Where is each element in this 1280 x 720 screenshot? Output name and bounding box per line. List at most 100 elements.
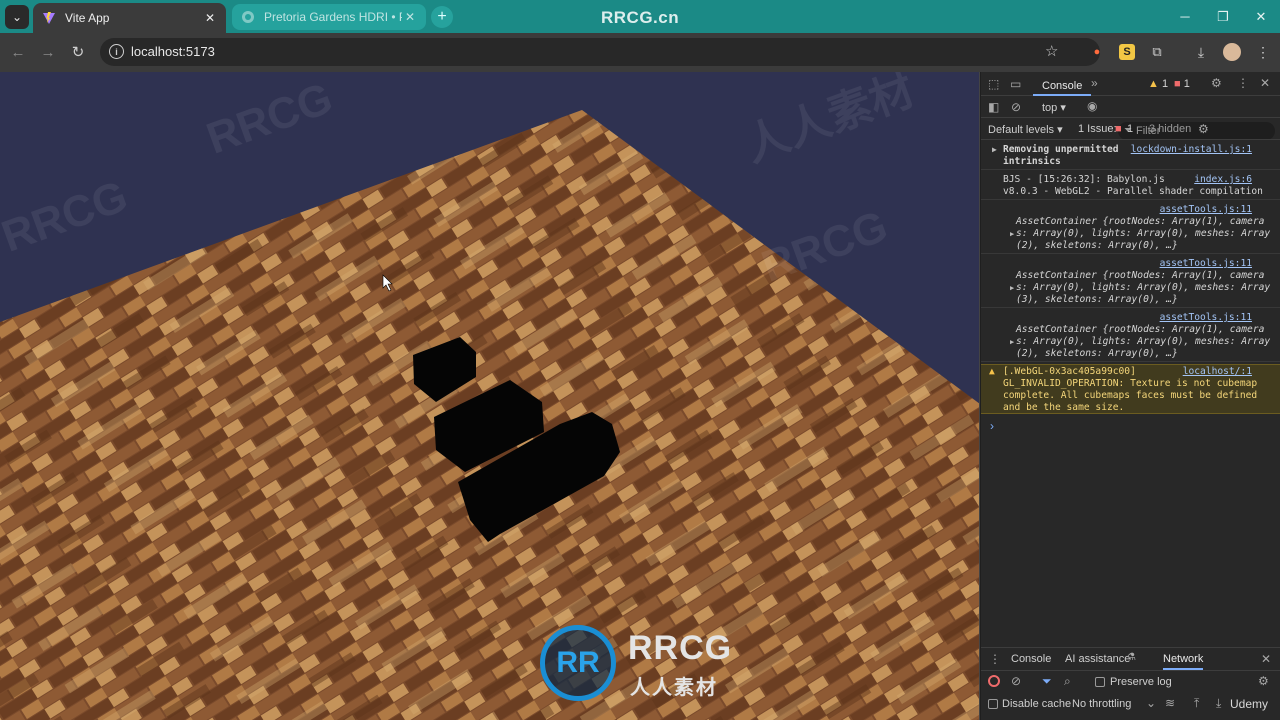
console-message[interactable]: BJS - [15:26:32]: Babylon.js v8.0.3 - We…	[981, 172, 1280, 200]
rrcg-logo-subtext: 人人素材	[630, 677, 718, 699]
disable-cache-label: Disable cache	[1002, 698, 1072, 710]
drawer-tab-bar: ⋮ Console AI assistance ⚗ Network ✕	[981, 647, 1280, 671]
browser-menu-icon[interactable]: ⋮	[1255, 44, 1271, 60]
throttling-chevron-down-icon[interactable]: ⌄	[1146, 696, 1156, 710]
console-warning[interactable]: ▲ [.WebGL-0x3ac405a99c00] GL_INVALID_OPE…	[981, 364, 1280, 414]
tab-strip: ⌄ Vite App ✕ Pretoria Gardens HDRI • Pol…	[0, 0, 1280, 33]
message-source-link[interactable]: assetTools.js:11	[1160, 258, 1252, 270]
drawer-tab-ai-assistance[interactable]: AI assistance	[1065, 653, 1130, 665]
tab-close-icon[interactable]: ✕	[402, 10, 418, 24]
filter-funnel-icon[interactable]: ⏷	[1042, 674, 1052, 689]
site-info-icon[interactable]: i	[109, 44, 124, 59]
close-devtools-icon[interactable]: ✕	[1260, 76, 1270, 90]
tab-pretoria-gardens[interactable]: Pretoria Gardens HDRI • Poly H ✕	[232, 4, 426, 30]
warning-count: 1	[1161, 78, 1169, 90]
message-line: Removing unpermitted	[1003, 144, 1119, 155]
console-message[interactable]: assetTools.js:11 AssetContainer {rootNod…	[981, 310, 1280, 362]
new-tab-button[interactable]: +	[431, 6, 453, 28]
drawer-tab-network[interactable]: Network	[1163, 653, 1204, 670]
network-toolbar-row-2: Disable cache No throttling ⌄ ≋ ⤒ ⤓ Udem…	[981, 693, 1280, 715]
log-levels-select[interactable]: Default levels ▾	[988, 123, 1063, 136]
export-har-icon[interactable]: ⤓	[1216, 696, 1221, 711]
tab-close-icon[interactable]: ✕	[202, 11, 218, 25]
udemy-watermark: Udemy	[1230, 697, 1269, 711]
throttling-select[interactable]: No throttling	[1072, 698, 1131, 710]
record-icon[interactable]	[988, 675, 1000, 687]
expand-triangle-icon[interactable]: ▶	[1010, 282, 1014, 294]
maximize-button[interactable]: ❐	[1204, 0, 1242, 33]
message-line: s: Array(0), lights: Array(0), meshes: A…	[1016, 282, 1271, 293]
back-arrow-icon[interactable]: ←	[7, 41, 29, 63]
warning-triangle-icon: ▲	[989, 366, 995, 377]
device-toolbar-icon[interactable]: ▭	[1010, 77, 1021, 91]
sidebar-toggle-icon[interactable]: ◧	[988, 100, 999, 114]
issues-count[interactable]: 1	[1127, 123, 1133, 135]
import-har-icon[interactable]: ⤒	[1194, 696, 1199, 711]
extension-s-icon[interactable]: S	[1119, 44, 1135, 60]
message-line: AssetContainer {rootNodes: Array(1), cam…	[1016, 216, 1265, 227]
clear-console-icon[interactable]: ⊘	[1011, 100, 1021, 114]
network-toolbar-row-1: ⊘ ⏷ ⌕ Preserve log ⚙	[981, 671, 1280, 693]
warning-triangle-icon: ▲	[1148, 78, 1159, 90]
tab-vite-app[interactable]: Vite App ✕	[33, 3, 226, 33]
live-expression-eye-icon[interactable]: ◉	[1087, 99, 1097, 113]
warning-line: and be the same size.	[1003, 402, 1125, 413]
extensions-puzzle-icon[interactable]: ⧉	[1149, 44, 1165, 60]
forward-arrow-icon[interactable]: →	[37, 41, 59, 63]
context-select[interactable]: top ▾	[1042, 101, 1066, 114]
rrcg-logo-text: RRCG	[628, 629, 733, 667]
message-source-link[interactable]: assetTools.js:11	[1160, 312, 1252, 324]
url-text[interactable]: localhost:5173	[131, 44, 215, 59]
network-settings-gear-icon[interactable]: ⚙	[1258, 674, 1269, 688]
scene-svg	[0, 110, 979, 720]
console-settings-gear-icon[interactable]: ⚙	[1198, 122, 1209, 136]
message-line: (2), skeletons: Array(0), …}	[1016, 240, 1178, 251]
extension-fox-icon[interactable]: ●	[1089, 44, 1105, 60]
error-counter[interactable]: ■ 1	[1174, 78, 1190, 90]
close-drawer-icon[interactable]: ✕	[1261, 652, 1271, 666]
warning-source-link[interactable]: localhost/:1	[1183, 366, 1252, 378]
console-prompt[interactable]: ›	[990, 419, 994, 433]
more-tabs-icon[interactable]: »	[1091, 76, 1098, 90]
wifi-icon[interactable]: ≋	[1165, 696, 1175, 710]
tab-console[interactable]: Console	[1033, 76, 1092, 96]
devtools-panel: ⬚ ▭ Console » ▲ 1 ■ 1 ⚙ ⋮ ✕ ◧ ⊘ top ▾ ◉ …	[981, 72, 1280, 720]
clear-network-icon[interactable]: ⊘	[1011, 674, 1021, 688]
drawer-menu-icon[interactable]: ⋮	[989, 652, 1001, 666]
console-toolbar: ◧ ⊘ top ▾ ◉ ⏷ Filter	[981, 96, 1280, 140]
rrcg-logo-mark: RR	[540, 625, 616, 701]
close-window-button[interactable]: ✕	[1242, 0, 1280, 33]
console-message[interactable]: assetTools.js:11 AssetContainer {rootNod…	[981, 202, 1280, 254]
minimize-button[interactable]: ─	[1166, 0, 1204, 33]
tab-search-chevron-down-icon[interactable]: ⌄	[5, 5, 29, 29]
expand-triangle-icon[interactable]: ▶	[1010, 336, 1014, 348]
reload-icon[interactable]: ↻	[67, 41, 89, 63]
message-line: AssetContainer {rootNodes: Array(1), cam…	[1016, 270, 1265, 281]
disable-cache-checkbox[interactable]	[988, 699, 998, 709]
warning-counter[interactable]: ▲ 1	[1148, 78, 1168, 90]
babylon-canvas[interactable]: RRCG 人人素材 RRCG RRCG RR RRCG 人人素材	[0, 72, 980, 720]
inspect-element-icon[interactable]: ⬚	[988, 77, 999, 91]
drawer-tab-console[interactable]: Console	[1011, 653, 1051, 665]
settings-gear-icon[interactable]: ⚙	[1211, 76, 1222, 90]
devtools-menu-icon[interactable]: ⋮	[1237, 76, 1249, 90]
search-icon[interactable]: ⌕	[1064, 674, 1071, 689]
expand-triangle-icon[interactable]: ▶	[992, 144, 997, 156]
flask-icon: ⚗	[1127, 652, 1136, 663]
console-message[interactable]: ▶ Removing unpermitted intrinsics lockdo…	[981, 142, 1280, 170]
vite-logo-icon	[41, 10, 57, 26]
error-count: 1	[1183, 78, 1190, 90]
message-source-link[interactable]: lockdown-install.js:1	[1131, 144, 1252, 156]
issues-label[interactable]: 1 Issue:	[1078, 123, 1117, 135]
message-source-link[interactable]: assetTools.js:11	[1160, 204, 1252, 216]
preserve-log-checkbox[interactable]	[1095, 677, 1105, 687]
error-flag-icon: ■	[1174, 78, 1181, 90]
address-bar[interactable]: i localhost:5173 ☆	[100, 38, 1100, 66]
profile-avatar[interactable]	[1223, 43, 1241, 61]
bookmark-star-icon[interactable]: ☆	[1045, 42, 1058, 60]
downloads-icon[interactable]: ⤓	[1193, 44, 1209, 60]
expand-triangle-icon[interactable]: ▶	[1010, 228, 1014, 240]
message-source-link[interactable]: index.js:6	[1194, 174, 1252, 186]
preserve-log-label: Preserve log	[1110, 676, 1172, 688]
console-message[interactable]: assetTools.js:11 AssetContainer {rootNod…	[981, 256, 1280, 308]
